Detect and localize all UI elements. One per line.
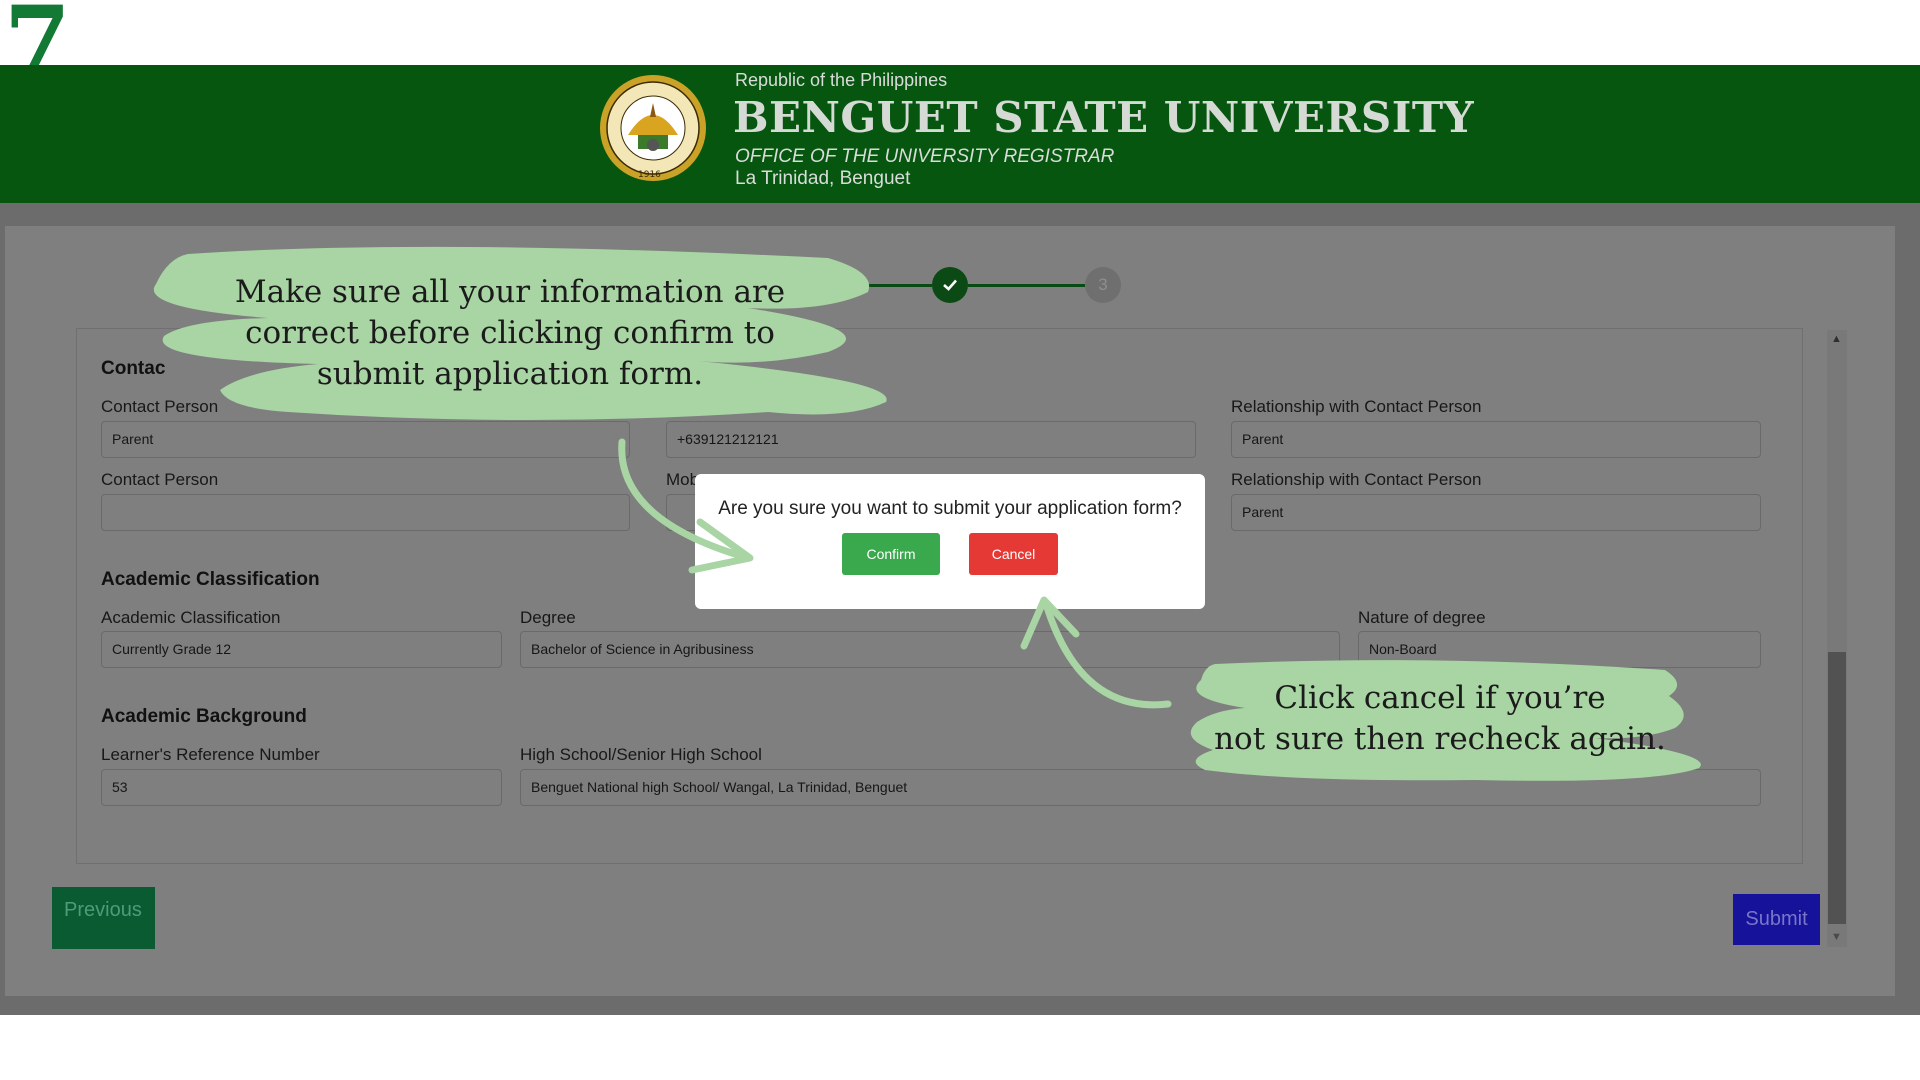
relationship-label-2: Relationship with Contact Person <box>1231 470 1482 489</box>
arrow-to-cancel-icon <box>1020 596 1172 709</box>
confirm-button[interactable]: Confirm <box>842 533 940 575</box>
step-2-complete <box>932 267 968 303</box>
tutorial-slide: 7 1916 Republic of the Philippines BENGU… <box>0 0 1920 1080</box>
republic-text: Republic of the Philippines <box>735 70 948 90</box>
contact-person-label-2: Contact Person <box>101 470 219 489</box>
university-name: BENGUET STATE UNIVERSITY <box>733 93 1475 142</box>
lrn-label: Learner's Reference Number <box>101 745 320 764</box>
site-header: 1916 Republic of the Philippines BENGUET… <box>0 65 1920 203</box>
step-3-pending: 3 <box>1085 267 1121 303</box>
section-title-academic-classification: Academic Classification <box>101 569 320 590</box>
arrow-to-confirm-icon <box>618 438 754 574</box>
university-seal-logo: 1916 <box>600 75 706 181</box>
contact-person-field-2[interactable] <box>101 494 630 531</box>
scroll-up-icon[interactable]: ▲ <box>1831 333 1842 345</box>
nature-of-degree-label: Nature of degree <box>1358 608 1486 627</box>
relationship-field[interactable]: Parent <box>1231 421 1761 458</box>
lrn-field[interactable]: 53 <box>101 769 502 806</box>
annotation-text-top: Make sure all your information are corre… <box>234 274 786 392</box>
section-title-academic-background: Academic Background <box>101 706 307 727</box>
scrollbar-thumb[interactable] <box>1828 652 1846 924</box>
location-text: La Trinidad, Benguet <box>735 168 911 189</box>
relationship-label: Relationship with Contact Person <box>1231 397 1482 416</box>
annotation-text-bottom: Click cancel if you’re not sure then rec… <box>1214 680 1666 757</box>
cancel-button[interactable]: Cancel <box>969 533 1058 575</box>
degree-label: Degree <box>520 608 576 627</box>
high-school-label: High School/Senior High School <box>520 745 762 764</box>
previous-button[interactable]: Previous <box>52 887 155 949</box>
confirm-dialog-question: Are you sure you want to submit your app… <box>718 498 1182 519</box>
check-icon <box>943 279 957 291</box>
svg-text:1916: 1916 <box>638 170 661 180</box>
academic-classification-field[interactable]: Currently Grade 12 <box>101 631 502 668</box>
confirm-dialog: Are you sure you want to submit your app… <box>695 474 1205 609</box>
academic-classification-label: Academic Classification <box>101 608 281 627</box>
scroll-down-icon[interactable]: ▼ <box>1831 931 1842 943</box>
relationship-field-2[interactable]: Parent <box>1231 494 1761 531</box>
stepper-line-2 <box>968 284 1085 287</box>
submit-button[interactable]: Submit <box>1733 894 1820 945</box>
office-name: OFFICE OF THE UNIVERSITY REGISTRAR <box>735 146 1115 167</box>
